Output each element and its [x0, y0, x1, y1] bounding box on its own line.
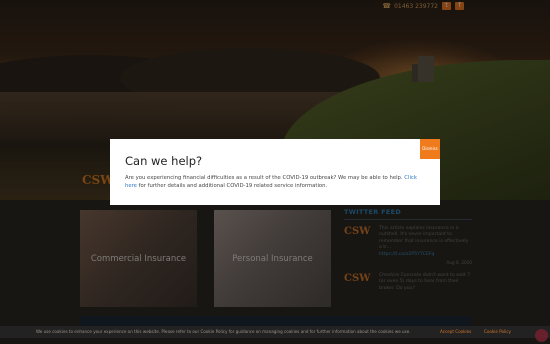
cookie-bar: We use cookies to enhance your experienc… — [0, 326, 550, 338]
modal-text-before: Are you experiencing financial difficult… — [125, 175, 405, 181]
modal-title: Can we help? — [125, 154, 203, 168]
accept-cookies-link[interactable]: Accept Cookies — [440, 329, 471, 334]
modal-body: Are you experiencing financial difficult… — [125, 174, 425, 190]
modal-text-after: for further details and additional COVID… — [136, 183, 328, 189]
cookie-policy-link[interactable]: Cookie Policy — [484, 329, 511, 334]
dismiss-button[interactable]: Dismiss — [420, 139, 440, 159]
help-modal: Dismiss Can we help? Are you experiencin… — [110, 139, 440, 205]
cookie-text: We use cookies to enhance your experienc… — [36, 329, 411, 334]
recaptcha-badge[interactable] — [535, 329, 548, 342]
